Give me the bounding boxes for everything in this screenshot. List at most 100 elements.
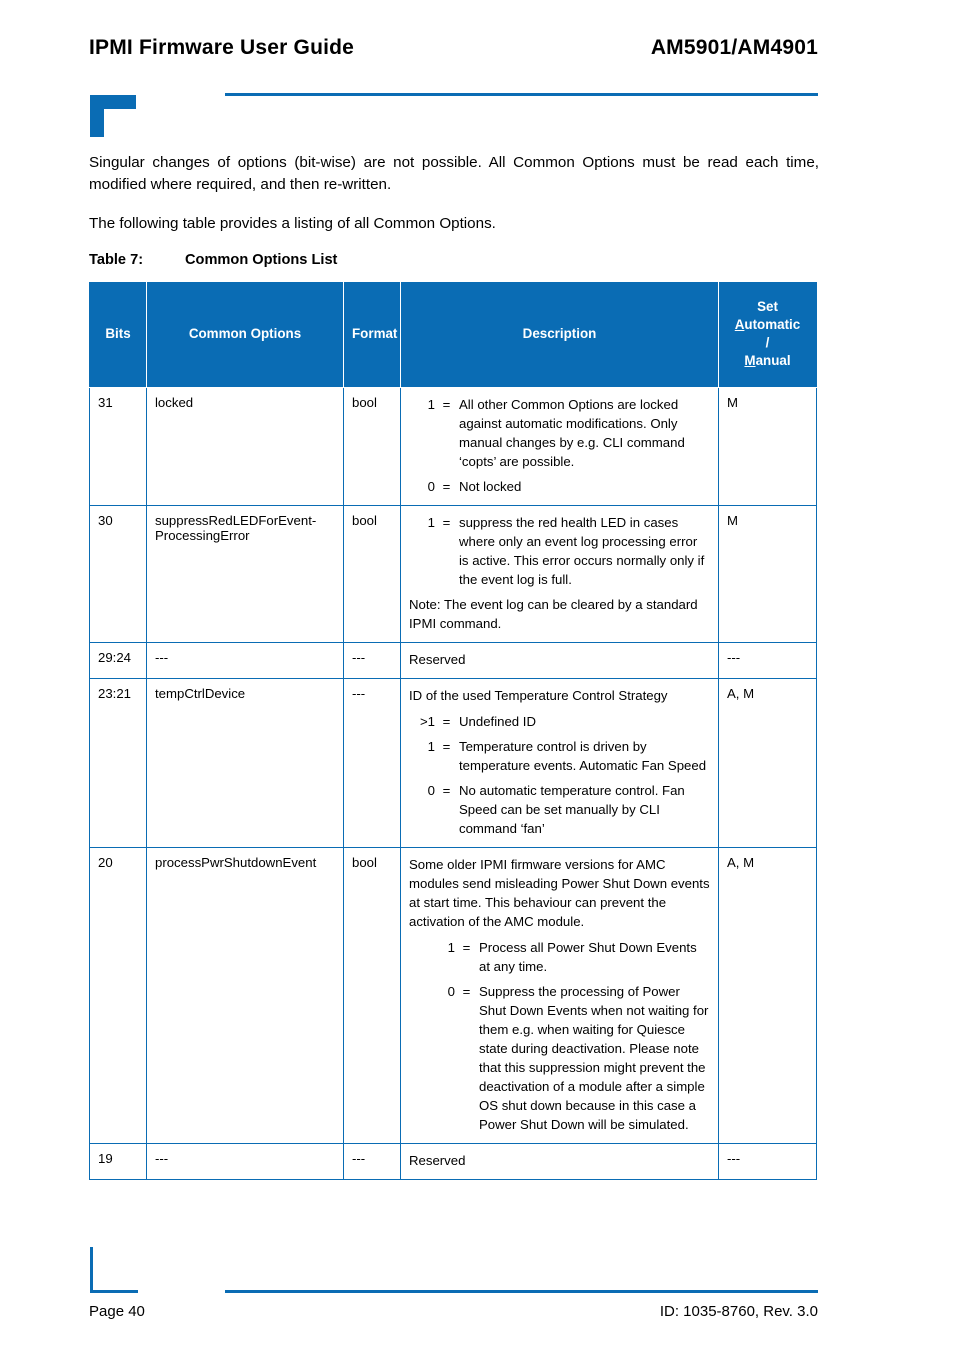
cell-description: Reserved bbox=[400, 642, 719, 679]
description-lead-text: Reserved bbox=[409, 1153, 466, 1168]
description-value-line: 0 = Suppress the processing of Power Shut … bbox=[409, 982, 710, 1134]
description-value-key: 1 bbox=[427, 515, 435, 530]
table-caption-number: Table 7: bbox=[89, 252, 144, 268]
description-value-text: suppress the red health LED in cases whe… bbox=[459, 515, 705, 587]
description-value-key: 0 bbox=[427, 783, 435, 798]
description-value-line: 0 = No automatic temperature control. Fan … bbox=[409, 781, 710, 838]
cell-format: bool bbox=[343, 387, 401, 506]
cell-format: bool bbox=[343, 847, 401, 1144]
description-value-line: 0 = Not locked bbox=[409, 477, 710, 496]
description-value-text: All other Common Options are locked agai… bbox=[459, 397, 685, 469]
table-caption: Table 7: Common Options List bbox=[89, 252, 819, 268]
set-header-line-set: Set bbox=[757, 299, 778, 314]
set-header-automatic-rest: utomatic bbox=[744, 317, 801, 332]
table-row: 19 --- --- Reserved --- bbox=[89, 1143, 817, 1180]
cell-format: --- bbox=[343, 678, 401, 848]
footer-corner-vertical-bar bbox=[90, 1247, 93, 1293]
description-lead-text: Some older IPMI firmware versions for AM… bbox=[409, 857, 710, 929]
table-header: Bits Common Options Format Description S… bbox=[89, 282, 817, 388]
cell-common-option-name: tempCtrlDevice bbox=[146, 678, 344, 848]
column-header-format: Format bbox=[343, 282, 401, 388]
intro-paragraph-2: The following table provides a listing o… bbox=[89, 215, 496, 232]
column-header-bits: Bits bbox=[89, 282, 147, 388]
document-page: IPMI Firmware User Guide AM5901/AM4901 S… bbox=[0, 0, 954, 1350]
footer-divider-rule bbox=[225, 1290, 818, 1293]
header-corner-mark-icon bbox=[90, 95, 136, 137]
table-row: 30 suppressRedLEDForEvent-ProcessingError… bbox=[89, 505, 817, 643]
table-body: 31 locked bool 1 = All other Common Options a… bbox=[89, 387, 817, 1180]
page-content: Singular changes of options (bit-wise) a… bbox=[89, 152, 819, 1180]
cell-description: 1 = All other Common Options are locked ag… bbox=[400, 387, 719, 506]
description-value-line: 1 = Process all Power Shut Down Events at … bbox=[409, 938, 710, 976]
description-value-text: Temperature control is driven by tempera… bbox=[459, 739, 707, 773]
cell-bits: 23:21 bbox=[89, 678, 147, 848]
cell-bits: 31 bbox=[89, 387, 147, 506]
description-value-text: Process all Power Shut Down Events at an… bbox=[479, 940, 697, 974]
column-header-common-options: Common Options bbox=[146, 282, 344, 388]
description-value-text: Suppress the processing of Power Shut Do… bbox=[479, 984, 709, 1132]
description-value-key: 0 bbox=[447, 984, 455, 999]
description-value-key: 0 bbox=[427, 479, 435, 494]
table-row: 29:24 --- --- Reserved --- bbox=[89, 642, 817, 679]
cell-format: bool bbox=[343, 505, 401, 643]
description-lead-text: Reserved bbox=[409, 652, 466, 667]
cell-description: 1 = suppress the red health LED in cases w… bbox=[400, 505, 719, 643]
footer-page-number: Page 40 bbox=[89, 1303, 145, 1320]
cell-format: --- bbox=[343, 642, 401, 679]
description-equals-sign: = bbox=[442, 479, 451, 494]
cell-set-automatic-manual: M bbox=[718, 505, 817, 643]
set-header-slash: / bbox=[765, 335, 770, 350]
description-equals-sign: = bbox=[442, 515, 451, 530]
cell-set-automatic-manual: A, M bbox=[718, 678, 817, 848]
cell-bits: 20 bbox=[89, 847, 147, 1144]
table-row: 20 processPwrShutdownEvent bool Some older … bbox=[89, 847, 817, 1144]
cell-common-option-name: suppressRedLEDForEvent-ProcessingError bbox=[146, 505, 344, 643]
set-header-automatic-initial: A bbox=[734, 317, 745, 332]
cell-common-option-name: processPwrShutdownEvent bbox=[146, 847, 344, 1144]
description-value-key: 1 bbox=[427, 739, 435, 754]
description-lead-text: ID of the used Temperature Control Strat… bbox=[409, 688, 668, 703]
cell-set-automatic-manual: A, M bbox=[718, 847, 817, 1144]
common-options-table: Bits Common Options Format Description S… bbox=[89, 282, 817, 1180]
cell-common-option-name: locked bbox=[146, 387, 344, 506]
description-equals-sign: = bbox=[442, 739, 451, 754]
cell-description: Reserved bbox=[400, 1143, 719, 1180]
description-equals-sign: = bbox=[442, 714, 451, 729]
cell-description: ID of the used Temperature Control Strat… bbox=[400, 678, 719, 848]
table-row: 23:21 tempCtrlDevice --- ID of the used Tem… bbox=[89, 678, 817, 848]
set-header-manual-rest: anual bbox=[755, 353, 791, 368]
table-caption-title: Common Options List bbox=[185, 252, 338, 268]
description-value-text: Not locked bbox=[459, 479, 522, 494]
footer-document-id: ID: 1035-8760, Rev. 3.0 bbox=[659, 1303, 818, 1320]
footer-corner-mark-icon bbox=[90, 1247, 138, 1293]
description-note-text: Note: The event log can be cleared by a … bbox=[409, 597, 698, 631]
cell-common-option-name: --- bbox=[146, 642, 344, 679]
cell-common-option-name: --- bbox=[146, 1143, 344, 1180]
footer-corner-horizontal-bar bbox=[90, 1290, 138, 1293]
cell-set-automatic-manual: --- bbox=[718, 1143, 817, 1180]
cell-description: Some older IPMI firmware versions for AM… bbox=[400, 847, 719, 1144]
column-header-set-automatic-manual: Set Automatic / Manual bbox=[718, 282, 817, 388]
cell-bits: 30 bbox=[89, 505, 147, 643]
description-value-key: 1 bbox=[447, 940, 455, 955]
cell-bits: 19 bbox=[89, 1143, 147, 1180]
table-header-row: Bits Common Options Format Description S… bbox=[89, 282, 817, 388]
running-header: IPMI Firmware User Guide AM5901/AM4901 bbox=[0, 36, 954, 70]
description-value-line: >1 = Undefined ID bbox=[409, 712, 710, 731]
header-right-title: AM5901/AM4901 bbox=[650, 36, 818, 59]
header-left-title: IPMI Firmware User Guide bbox=[89, 36, 355, 59]
cell-set-automatic-manual: M bbox=[718, 387, 817, 506]
description-value-key: 1 bbox=[427, 397, 435, 412]
column-header-description: Description bbox=[400, 282, 719, 388]
intro-paragraph-1: Singular changes of options (bit-wise) a… bbox=[89, 154, 819, 193]
description-equals-sign: = bbox=[462, 940, 471, 955]
cell-format: --- bbox=[343, 1143, 401, 1180]
description-value-key: >1 bbox=[419, 714, 435, 729]
set-header-manual-initial: M bbox=[744, 353, 756, 368]
table-row: 31 locked bool 1 = All other Common Options a… bbox=[89, 387, 817, 506]
description-value-text: No automatic temperature control. Fan Sp… bbox=[459, 783, 685, 836]
description-value-line: 1 = Temperature control is driven by tempe… bbox=[409, 737, 710, 775]
description-value-line: 1 = All other Common Options are locked ag… bbox=[409, 395, 710, 471]
description-equals-sign: = bbox=[462, 984, 471, 999]
cell-bits: 29:24 bbox=[89, 642, 147, 679]
